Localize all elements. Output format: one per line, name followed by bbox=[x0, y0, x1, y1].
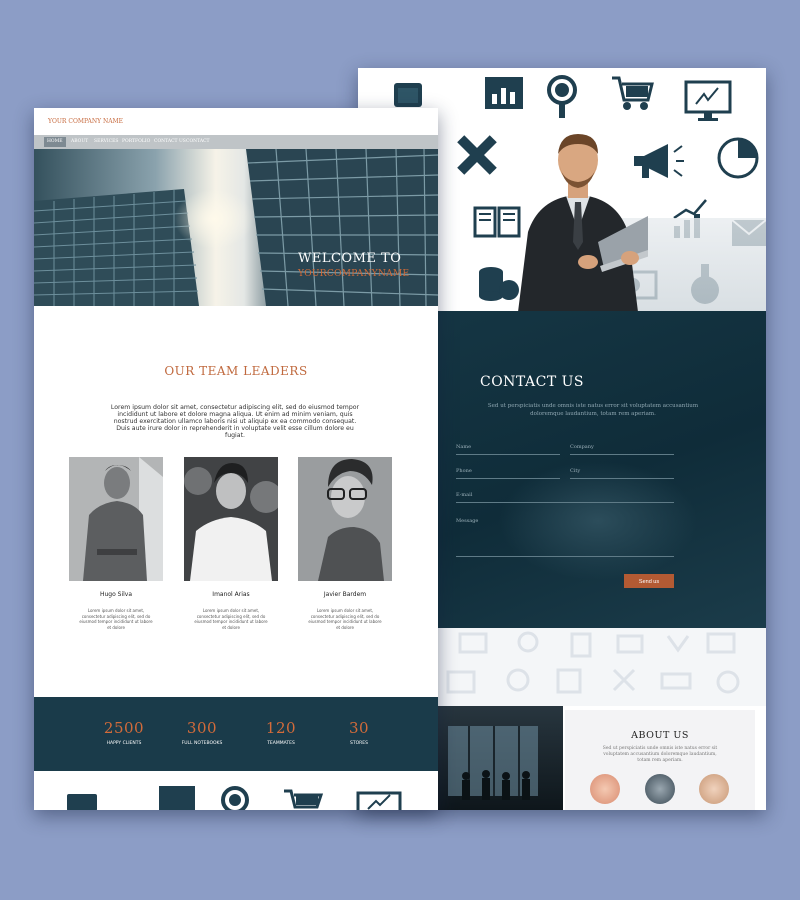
hero-title: WELCOME TO bbox=[298, 251, 402, 266]
company-logo[interactable]: YOUR COMPANY NAME bbox=[48, 118, 123, 125]
nav-item-services[interactable]: SERVICES bbox=[94, 139, 118, 144]
team-title: OUR TEAM LEADERS bbox=[164, 364, 308, 378]
name-field[interactable]: Name bbox=[456, 444, 560, 455]
front-page-mockup: YOUR COMPANY NAME HOME ABOUT SERVICES PO… bbox=[34, 108, 438, 810]
city-field-label: City bbox=[570, 468, 581, 474]
team-member-name-1: Hugo Silva bbox=[99, 591, 133, 598]
stat-value-2: 300 bbox=[186, 719, 218, 737]
team-member-desc-3: Lorem ipsum dolor sit amet, consectetur … bbox=[308, 608, 382, 630]
stats-band: 2500 HAPPY CLIENTS 300 FULL NOTEBOOKS 12… bbox=[34, 697, 438, 771]
about-title: ABOUT US bbox=[631, 730, 689, 741]
top-bar: YOUR COMPANY NAME bbox=[34, 108, 438, 135]
cart-icon bbox=[284, 789, 324, 809]
pencil-ruler-icon bbox=[457, 135, 497, 175]
stat-value-4: 30 bbox=[348, 719, 370, 737]
magnifier-icon bbox=[547, 75, 577, 118]
skyscraper-right-image bbox=[246, 149, 438, 306]
team-photo-1 bbox=[69, 457, 163, 581]
about-subtitle: Sed ut perspiciatis unde omnis iste natu… bbox=[602, 746, 718, 763]
email-field[interactable]: E-mail bbox=[456, 492, 674, 503]
phone-field-label: Phone bbox=[456, 468, 472, 474]
bottom-icon-strip bbox=[34, 771, 438, 810]
message-field[interactable]: Message bbox=[456, 518, 674, 557]
stat-label-1: HAPPY CLIENTS bbox=[106, 741, 142, 746]
window-icon bbox=[67, 794, 97, 810]
nav-item-portfolio[interactable]: PORTFOLIO bbox=[122, 139, 150, 144]
sun-glow bbox=[174, 189, 254, 249]
magnifier-icon bbox=[221, 786, 249, 810]
businessman-photo bbox=[518, 134, 648, 312]
nav-item-contact-us[interactable]: CONTACT US bbox=[154, 139, 186, 144]
stat-label-2: FULL NOTEBOOKS bbox=[181, 741, 223, 746]
pie-chart-icon bbox=[717, 137, 759, 179]
name-field-label: Name bbox=[456, 444, 472, 450]
about-thumb-2 bbox=[645, 774, 675, 804]
about-thumb-1 bbox=[590, 774, 620, 804]
team-photo-2 bbox=[184, 457, 278, 581]
contact-subtitle: Sed ut perspiciatis unde omnis iste natu… bbox=[487, 403, 699, 417]
team-member-name-2: Imanol Arias bbox=[212, 591, 250, 598]
team-photo-3 bbox=[298, 457, 392, 581]
window-icon bbox=[394, 83, 422, 107]
monitor-icon bbox=[684, 80, 732, 121]
icon-pattern-section bbox=[438, 628, 766, 706]
nav-bar: HOME ABOUT SERVICES PORTFOLIO CONTACT US… bbox=[34, 135, 438, 149]
about-thumb-3 bbox=[699, 774, 729, 804]
stat-value-1: 2500 bbox=[103, 719, 145, 737]
phone-field[interactable]: Phone bbox=[456, 468, 560, 479]
bar-chart-icon bbox=[159, 786, 195, 810]
email-field-label: E-mail bbox=[456, 492, 473, 498]
stat-value-3: 120 bbox=[265, 719, 297, 737]
hero-banner bbox=[34, 149, 438, 306]
team-member-desc-2: Lorem ipsum dolor sit amet, consectetur … bbox=[194, 608, 268, 630]
nav-item-contact[interactable]: CONTACT bbox=[186, 139, 210, 144]
cart-icon bbox=[612, 76, 654, 110]
company-field-label: Company bbox=[570, 444, 594, 450]
city-field[interactable]: City bbox=[570, 468, 674, 479]
team-member-name-3: Javier Bardem bbox=[323, 591, 367, 598]
bar-chart-icon bbox=[485, 77, 523, 109]
send-button[interactable]: Send us bbox=[624, 574, 674, 588]
hero-subtitle: YOURCOMPANYNAME bbox=[298, 269, 410, 279]
stat-label-3: TEAMMATES bbox=[267, 741, 295, 746]
nav-item-home[interactable]: HOME bbox=[47, 139, 63, 144]
company-field[interactable]: Company bbox=[570, 444, 674, 455]
team-member-desc-1: Lorem ipsum dolor sit amet, consectetur … bbox=[79, 608, 153, 630]
nav-item-about[interactable]: ABOUT bbox=[71, 139, 88, 144]
message-field-label: Message bbox=[456, 518, 479, 524]
monitor-icon bbox=[356, 791, 402, 810]
stat-label-4: STORES bbox=[350, 741, 368, 746]
office-photo bbox=[438, 706, 563, 810]
faded-icons-pattern bbox=[446, 631, 740, 694]
about-section: ABOUT US Sed ut perspiciatis unde omnis … bbox=[565, 710, 755, 810]
team-description: Lorem ipsum dolor sit amet, consectetur … bbox=[110, 404, 360, 439]
